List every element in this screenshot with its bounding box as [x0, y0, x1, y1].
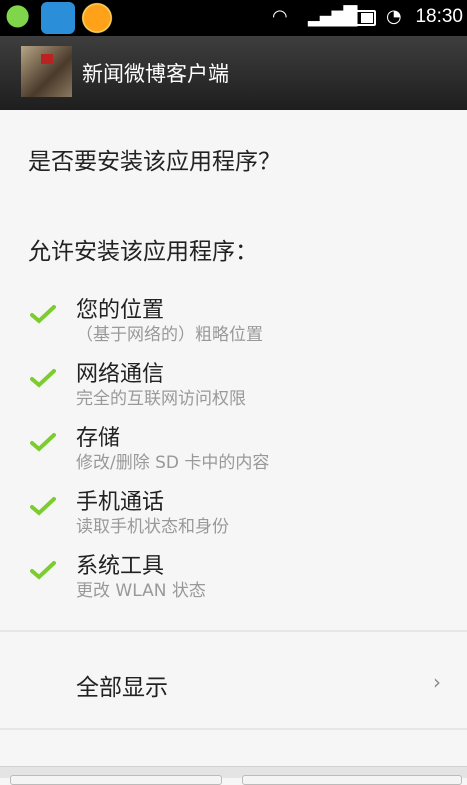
permission-item: 网络通信 完全的互联网访问权限 [0, 356, 467, 416]
clock: 18:30 [415, 6, 463, 27]
divider [0, 728, 467, 730]
permission-item: 手机通话 读取手机状态和身份 [0, 484, 467, 544]
show-all-label: 全部显示 [76, 675, 168, 701]
permission-description: （基于网络的）粗略位置 [76, 325, 263, 345]
check-icon [30, 305, 56, 324]
install-question: 是否要安装该应用程序？ [28, 149, 281, 175]
permission-description: 更改 WLAN 状态 [76, 581, 206, 601]
permission-description: 读取手机状态和身份 [76, 517, 229, 537]
allow-heading: 允许安装该应用程序： [28, 239, 258, 265]
permission-description: 修改/删除 SD 卡中的内容 [76, 453, 270, 473]
app-avatar [21, 46, 72, 97]
install-button[interactable] [242, 775, 462, 785]
check-icon [30, 561, 56, 580]
button-bar [0, 766, 467, 785]
app-title: 新闻微博客户端 [82, 62, 229, 86]
cancel-button[interactable] [10, 775, 222, 785]
sun-app-icon [80, 2, 114, 34]
cloud-app-icon [41, 2, 75, 34]
wechat-icon [4, 2, 38, 34]
title-bar: 新闻微博客户端 [0, 36, 467, 110]
permission-item: 您的位置 （基于网络的）粗略位置 [0, 292, 467, 352]
check-icon [30, 433, 56, 452]
chevron-right-icon: › [433, 670, 441, 694]
wifi-icon: ◠ [272, 6, 288, 27]
battery-icon [346, 10, 376, 26]
check-icon [30, 497, 56, 516]
permission-item: 系统工具 更改 WLAN 状态 [0, 548, 467, 608]
show-all-row[interactable]: 全部显示 › [0, 632, 467, 728]
permission-description: 完全的互联网访问权限 [76, 389, 246, 409]
alarm-icon: ◔ [386, 6, 402, 27]
check-icon [30, 369, 56, 388]
status-bar: ◠ ▂▄▆█ ◔ 18:30 [0, 0, 467, 36]
permission-item: 存储 修改/删除 SD 卡中的内容 [0, 420, 467, 480]
